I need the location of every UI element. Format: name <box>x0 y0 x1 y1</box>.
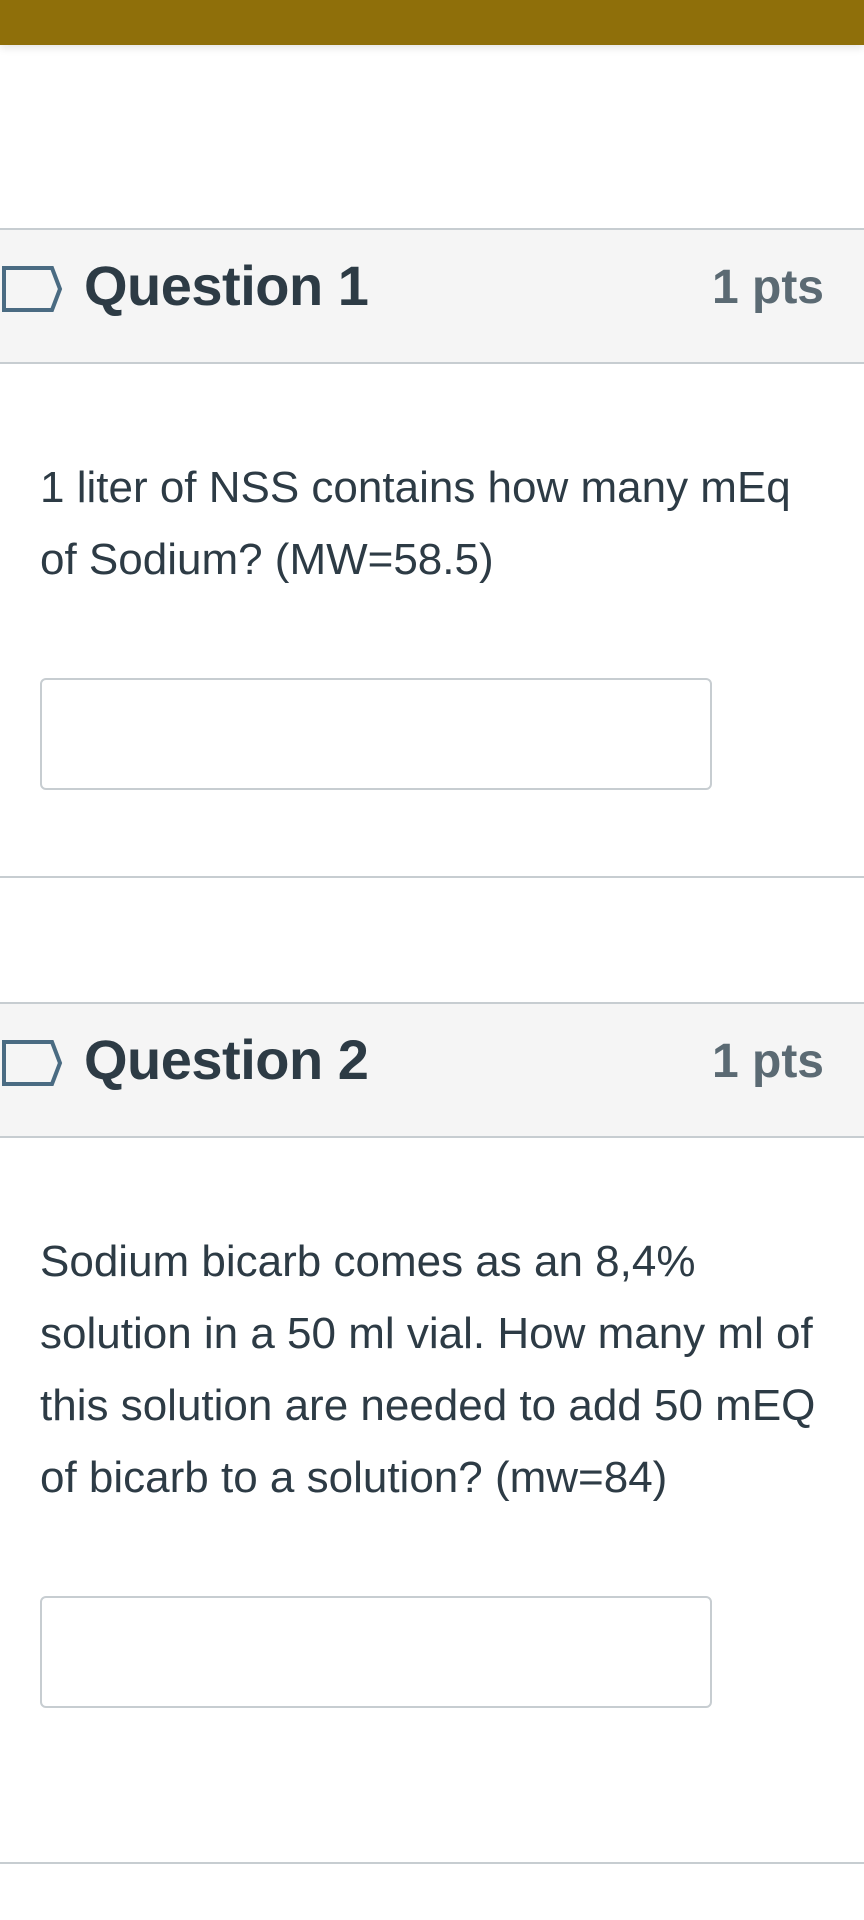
question-text: Sodium bicarb comes as an 8,4% solution … <box>40 1237 816 1502</box>
question-points: 1 pts <box>711 1035 824 1088</box>
flag-icon[interactable] <box>2 1038 64 1088</box>
question-body: Sodium bicarb comes as an 8,4% solution … <box>0 1138 864 1708</box>
top-bar <box>0 0 864 45</box>
question-text: 1 liter of NSS contains how many mEq of … <box>40 463 791 584</box>
question-title: Question 1 <box>84 254 369 317</box>
question-divider <box>0 1862 864 1864</box>
question-title: Question 2 <box>84 1028 369 1091</box>
flag-icon[interactable] <box>2 264 64 314</box>
question-1: Question 1 1 pts 1 liter of NSS contains… <box>0 228 864 878</box>
answer-input[interactable] <box>40 1596 712 1708</box>
answer-input[interactable] <box>40 678 712 790</box>
question-divider <box>0 876 864 878</box>
question-2: Question 2 1 pts Sodium bicarb comes as … <box>0 1002 864 1864</box>
question-header: Question 1 1 pts <box>0 228 864 364</box>
question-points: 1 pts <box>711 261 824 314</box>
question-body: 1 liter of NSS contains how many mEq of … <box>0 364 864 790</box>
question-header: Question 2 1 pts <box>0 1002 864 1138</box>
